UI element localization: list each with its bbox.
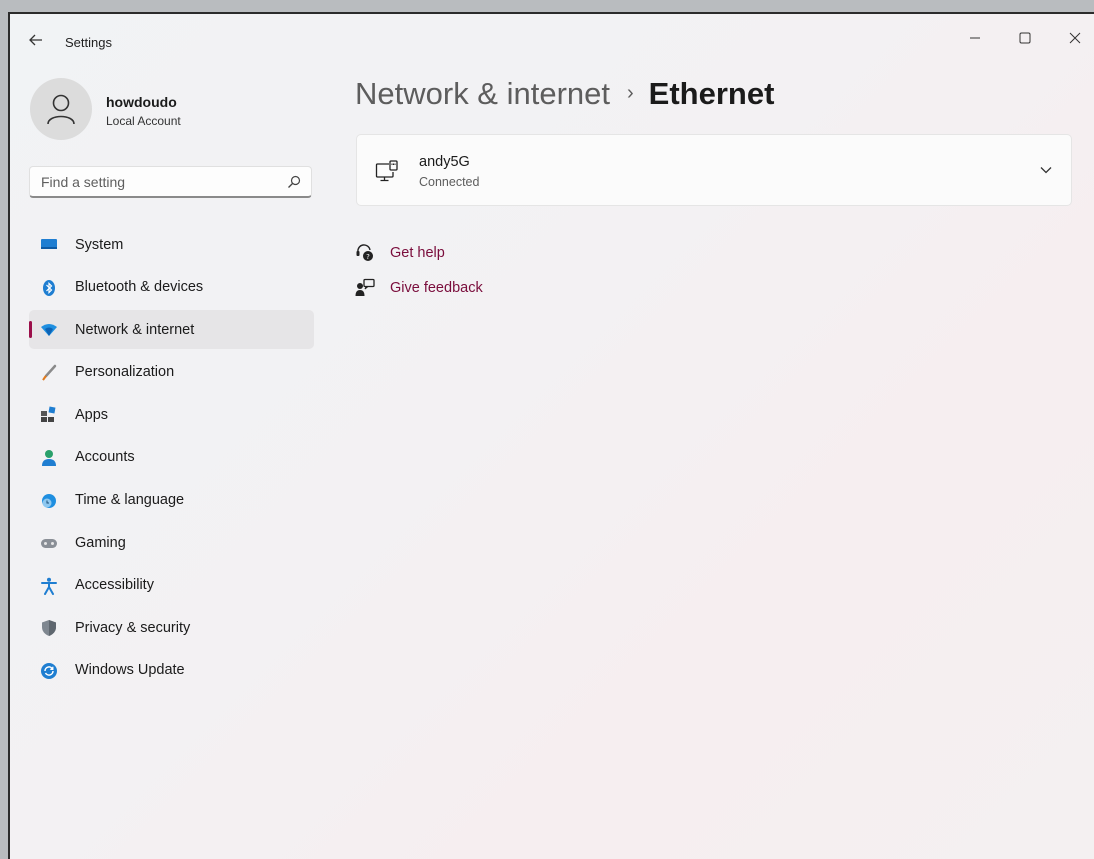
connection-name: andy5G <box>419 154 470 170</box>
sidebar-item-label: Apps <box>75 406 109 423</box>
monitor-icon <box>40 236 58 254</box>
accessibility-icon <box>40 577 58 595</box>
sidebar-item-label: Windows Update <box>75 662 185 679</box>
minimize-button[interactable] <box>952 22 998 54</box>
sidebar-nav: System Bluetooth & devices Network & int… <box>29 225 314 694</box>
sidebar-item-apps[interactable]: Apps <box>29 395 314 434</box>
arrow-left-icon <box>29 34 42 46</box>
apps-icon <box>40 406 58 424</box>
close-icon <box>1069 32 1081 44</box>
sidebar-item-system[interactable]: System <box>29 225 314 264</box>
search-input[interactable] <box>39 173 283 191</box>
svg-text:?: ? <box>366 253 370 261</box>
close-button[interactable] <box>1052 22 1094 54</box>
sidebar-item-label: Privacy & security <box>75 619 191 636</box>
shield-icon <box>40 619 58 637</box>
sidebar-item-windows-update[interactable]: Windows Update <box>29 651 314 690</box>
selected-indicator <box>29 321 32 339</box>
minimize-icon <box>970 37 980 39</box>
feedback-icon <box>355 278 375 298</box>
page-title: Ethernet <box>648 76 775 111</box>
maximize-icon <box>1019 32 1031 44</box>
give-feedback-link[interactable]: Give feedback <box>355 278 483 298</box>
sidebar-item-time-language[interactable]: Time & language <box>29 481 314 520</box>
get-help-label[interactable]: Get help <box>390 245 445 261</box>
sidebar-item-label: Personalization <box>75 364 175 381</box>
update-icon <box>40 662 58 680</box>
ethernet-monitor-icon <box>375 160 398 182</box>
get-help-link[interactable]: ? Get help <box>355 243 445 263</box>
sidebar-item-label: Gaming <box>75 534 126 551</box>
app-title: Settings <box>65 35 112 50</box>
search-icon[interactable] <box>287 175 301 189</box>
sidebar-item-label: System <box>75 236 124 253</box>
sidebar-item-gaming[interactable]: Gaming <box>29 523 314 562</box>
sidebar-item-label: Time & language <box>75 492 185 509</box>
settings-window: Settings howdoudo Local Account Find a s… <box>8 12 1094 859</box>
chevron-down-icon[interactable] <box>1039 163 1053 177</box>
account-type: Local Account <box>106 114 181 128</box>
person-icon <box>47 94 75 125</box>
sidebar-item-personalization[interactable]: Personalization <box>29 353 314 392</box>
sidebar-item-label: Accounts <box>75 449 135 466</box>
sidebar-item-label: Network & internet <box>75 321 195 338</box>
breadcrumb-separator: › <box>627 81 634 104</box>
person-icon <box>40 449 58 467</box>
globe-clock-icon <box>40 492 58 510</box>
breadcrumb: Network & internet › Ethernet <box>355 76 774 112</box>
bluetooth-icon <box>40 279 58 297</box>
sidebar-item-privacy-security[interactable]: Privacy & security <box>29 608 314 647</box>
connection-status: Connected <box>419 175 480 189</box>
title-bar: Settings <box>10 14 1094 56</box>
help-icon: ? <box>355 243 375 263</box>
sidebar-item-label: Bluetooth & devices <box>75 279 204 296</box>
brush-icon <box>40 364 58 382</box>
search-box[interactable] <box>29 166 312 198</box>
user-name: howdoudo <box>106 94 177 110</box>
sidebar-item-network[interactable]: Network & internet <box>29 310 314 350</box>
avatar[interactable] <box>30 78 92 140</box>
gamepad-icon <box>40 534 58 552</box>
ethernet-connection-card[interactable]: andy5G Connected <box>356 134 1072 206</box>
sidebar-item-label: Accessibility <box>75 577 154 594</box>
breadcrumb-parent[interactable]: Network & internet <box>355 76 610 112</box>
maximize-button[interactable] <box>1002 22 1048 54</box>
wifi-icon <box>40 321 58 339</box>
back-button[interactable] <box>26 30 46 50</box>
give-feedback-label[interactable]: Give feedback <box>390 280 483 296</box>
sidebar-item-accessibility[interactable]: Accessibility <box>29 566 314 605</box>
sidebar-item-accounts[interactable]: Accounts <box>29 438 314 477</box>
sidebar-item-bluetooth[interactable]: Bluetooth & devices <box>29 268 314 307</box>
